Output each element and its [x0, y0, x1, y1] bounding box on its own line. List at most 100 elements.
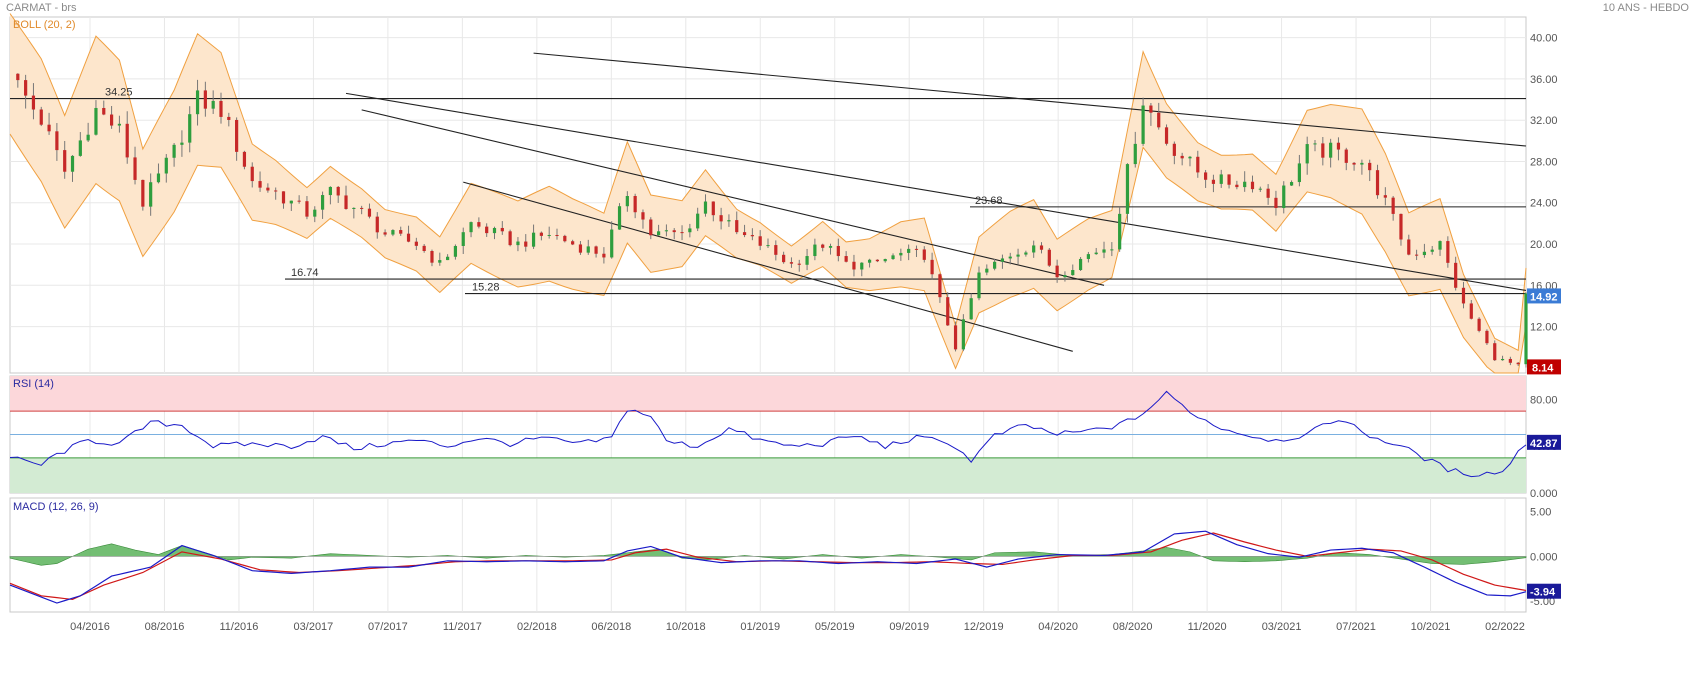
x-tick-label: 11/2020	[1188, 621, 1227, 633]
candle-body	[711, 201, 715, 216]
candle-body	[516, 241, 520, 246]
level-label: 23.68	[975, 195, 1003, 207]
candle-body	[766, 245, 770, 247]
candle-body	[883, 259, 887, 262]
candle-body	[860, 262, 864, 270]
candle-body	[336, 186, 340, 196]
candle-body	[1282, 185, 1286, 209]
x-tick-label: 11/2017	[443, 621, 482, 633]
candle-body	[907, 248, 911, 253]
candle-body	[1008, 256, 1012, 259]
candle-body	[844, 256, 848, 262]
candle-body	[852, 261, 856, 270]
candle-body	[1383, 195, 1387, 198]
candle-body	[1477, 318, 1481, 331]
candle-body	[821, 244, 825, 248]
candle-body	[649, 219, 653, 236]
candle-body	[899, 252, 903, 256]
candle-body	[297, 200, 301, 202]
x-tick-label: 02/2018	[517, 621, 557, 633]
candle-body	[1024, 252, 1028, 255]
candle-body	[828, 245, 833, 248]
candle-body	[813, 244, 817, 257]
candle-body	[1188, 156, 1192, 159]
candle-body	[930, 259, 934, 275]
x-tick-label: 10/2018	[666, 621, 706, 633]
candle-body	[1297, 163, 1301, 183]
candle-body	[78, 140, 82, 156]
candle-body	[1118, 213, 1122, 250]
candle-body	[313, 209, 317, 217]
candle-body	[328, 186, 332, 196]
rsi-y-tick: 80.00	[1530, 394, 1558, 406]
candle-body	[1204, 172, 1208, 180]
candle-body	[1469, 303, 1473, 319]
candle-body	[993, 261, 997, 269]
candle-body	[563, 235, 567, 242]
candle-body	[672, 230, 676, 233]
candle-body	[180, 142, 184, 145]
candle-body	[985, 268, 989, 273]
candle-body	[352, 207, 356, 209]
candle-body	[1446, 241, 1450, 263]
candle-body	[1141, 105, 1145, 144]
candle-body	[117, 123, 122, 126]
bollinger-band	[10, 13, 1526, 373]
candle-body	[383, 232, 387, 235]
x-tick-label: 03/2017	[294, 621, 334, 633]
candle-body	[594, 246, 598, 254]
candle-body	[422, 245, 426, 252]
x-tick-label: 11/2016	[219, 621, 258, 633]
candle-body	[1102, 249, 1106, 253]
candle-body	[571, 241, 575, 245]
candle-body	[1321, 143, 1325, 158]
candle-body	[1000, 258, 1005, 262]
candle-body	[1516, 362, 1520, 365]
candle-body	[1368, 162, 1372, 171]
candle-body	[1219, 174, 1223, 184]
candle-body	[453, 245, 458, 257]
candle-body	[1500, 358, 1505, 361]
candle-body	[258, 181, 262, 188]
candle-body	[1336, 142, 1341, 150]
price-y-tick: 32.00	[1530, 115, 1558, 127]
candle-body	[1329, 142, 1333, 158]
candle-body	[688, 228, 692, 233]
rsi-last-value: 42.87	[1530, 438, 1558, 450]
candle-body	[1258, 188, 1262, 190]
candle-body	[1438, 241, 1442, 250]
candle-body	[125, 123, 129, 158]
macd-y-tick: 5.00	[1530, 506, 1551, 518]
x-tick-label: 01/2019	[740, 621, 780, 633]
level-label: 16.74	[291, 267, 319, 279]
candle-body	[156, 173, 161, 183]
candle-body	[188, 114, 192, 143]
candle-body	[578, 244, 583, 253]
candle-body	[1352, 162, 1356, 165]
candle-body	[1414, 254, 1419, 256]
candle-body	[586, 246, 590, 253]
candle-body	[211, 100, 215, 109]
candle-body	[953, 325, 958, 350]
candle-body	[360, 207, 364, 209]
rsi-label: RSI (14)	[13, 378, 54, 390]
macd-last-value: -3.94	[1530, 587, 1556, 599]
candle-body	[320, 195, 325, 210]
candle-body	[164, 157, 168, 174]
price-y-tick: 36.00	[1530, 74, 1558, 86]
candle-body	[922, 249, 926, 260]
rsi-overbought-zone	[10, 376, 1526, 412]
candle-body	[133, 157, 137, 180]
candle-body	[1305, 144, 1309, 164]
candle-body	[891, 255, 895, 260]
candle-body	[31, 95, 36, 110]
candle-body	[914, 248, 919, 250]
candle-body	[867, 259, 872, 263]
candle-body	[524, 241, 528, 247]
candle-body	[656, 231, 661, 236]
candle-body	[1078, 258, 1083, 271]
candle-body	[305, 201, 309, 217]
candle-body	[94, 107, 98, 135]
rsi-y-tick: 0.000	[1530, 488, 1558, 500]
candle-body	[977, 272, 981, 299]
